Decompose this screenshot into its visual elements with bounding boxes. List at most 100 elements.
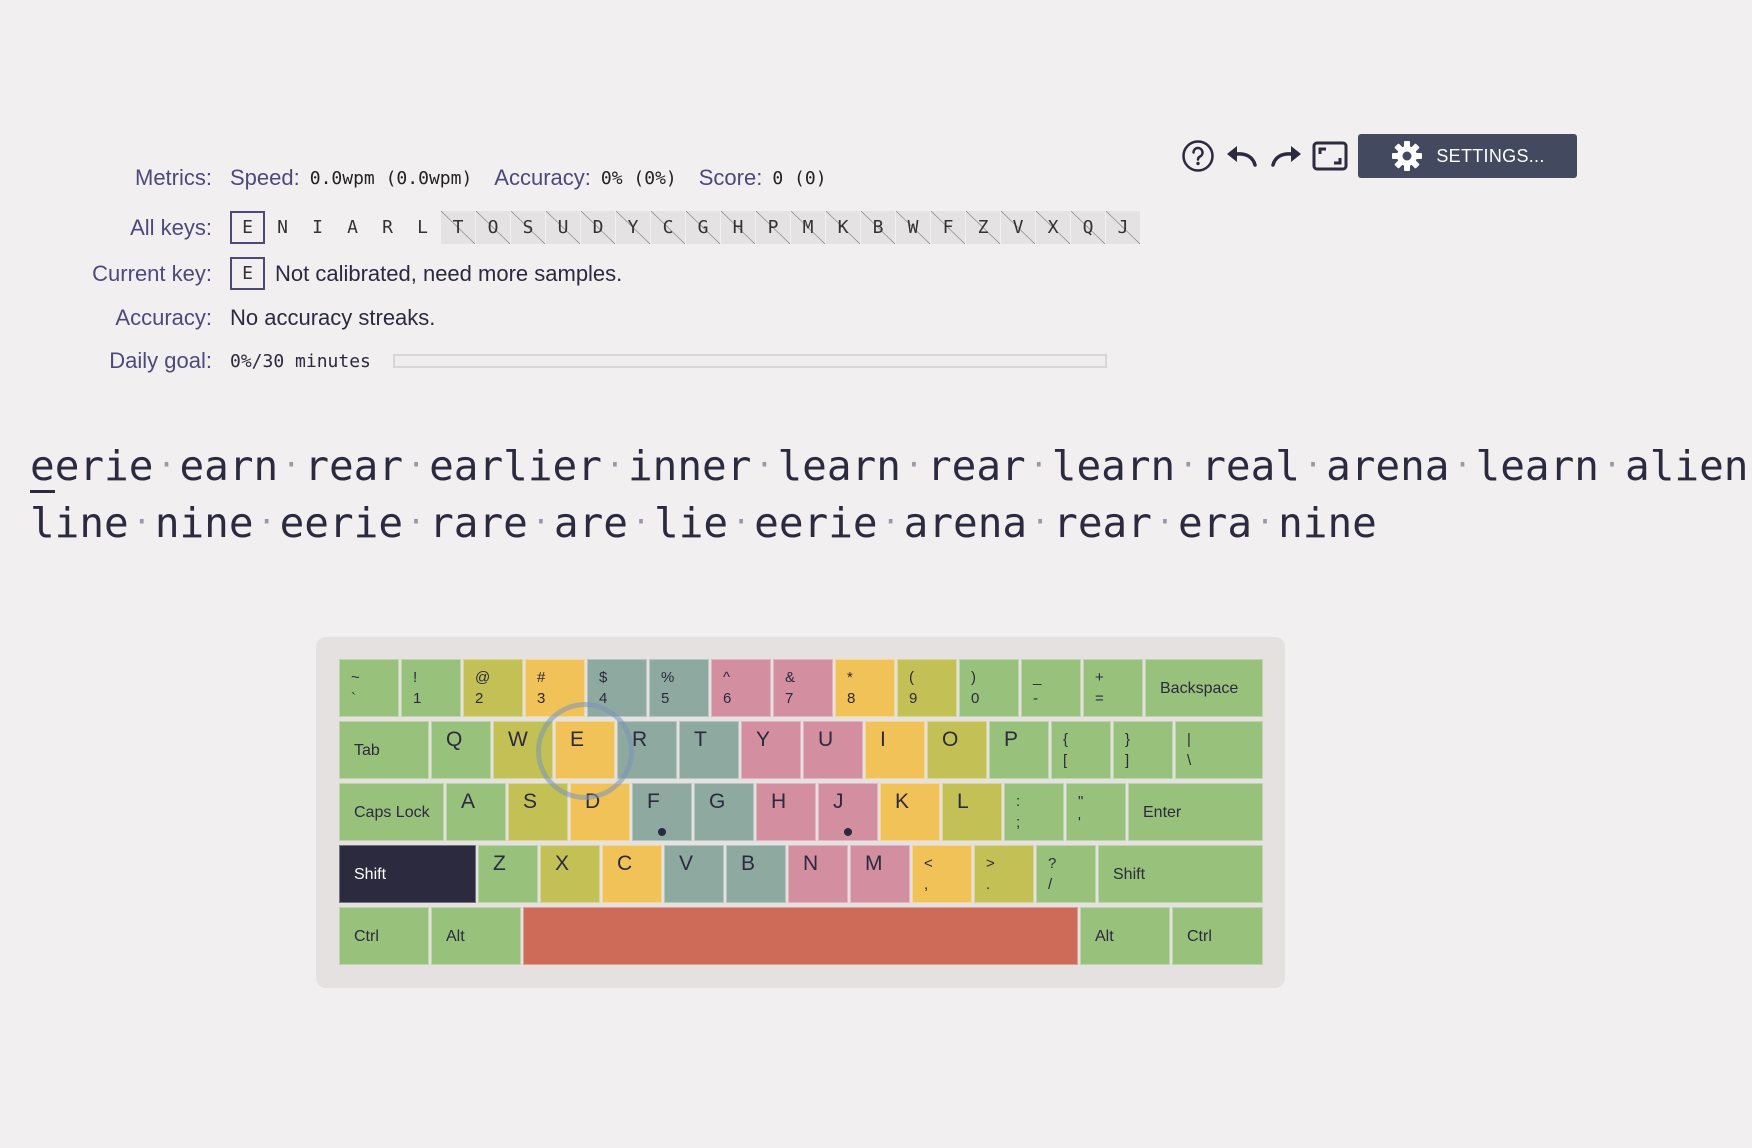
key-space[interactable]: [523, 907, 1078, 965]
key-shift[interactable]: Shift: [1098, 845, 1263, 903]
key-f[interactable]: F: [632, 783, 692, 841]
key-z[interactable]: Z: [478, 845, 538, 903]
lesson-word: are: [553, 499, 628, 547]
key-e[interactable]: E: [555, 721, 615, 779]
key-=[interactable]: + =: [1083, 659, 1143, 717]
key-9[interactable]: (9: [897, 659, 957, 717]
key-4[interactable]: $4: [587, 659, 647, 717]
key-x[interactable]: X: [540, 845, 600, 903]
key-item-g-locked[interactable]: G: [685, 211, 720, 244]
key--[interactable]: _ -: [1021, 659, 1081, 717]
key-item-l[interactable]: L: [405, 211, 440, 244]
key-b[interactable]: B: [726, 845, 786, 903]
key-j[interactable]: J: [818, 783, 878, 841]
key-item-o-locked[interactable]: O: [475, 211, 510, 244]
fullscreen-icon[interactable]: [1310, 136, 1350, 176]
key-item-m-locked[interactable]: M: [790, 211, 825, 244]
key-v[interactable]: V: [664, 845, 724, 903]
key-.[interactable]: >.: [974, 845, 1034, 903]
key-`[interactable]: ~ `: [339, 659, 399, 717]
key-caps-lock[interactable]: Caps Lock: [339, 783, 444, 841]
key-o[interactable]: O: [927, 721, 987, 779]
key-item-u-locked[interactable]: U: [545, 211, 580, 244]
key-'[interactable]: " ': [1066, 783, 1126, 841]
key-k[interactable]: K: [880, 783, 940, 841]
key-item-j-locked[interactable]: J: [1105, 211, 1140, 244]
key-item-z-locked[interactable]: Z: [965, 211, 1000, 244]
key-item-e[interactable]: E: [230, 211, 265, 244]
settings-button[interactable]: SETTINGS...: [1358, 134, 1577, 178]
space-marker: ·: [1256, 505, 1275, 540]
key-i[interactable]: I: [865, 721, 925, 779]
key-n[interactable]: N: [788, 845, 848, 903]
key-[[interactable]: {[: [1051, 721, 1111, 779]
key-a[interactable]: A: [446, 783, 506, 841]
key-item-f-locked[interactable]: F: [930, 211, 965, 244]
key-item-k-locked[interactable]: K: [825, 211, 860, 244]
key-alt[interactable]: Alt: [431, 907, 521, 965]
key-w[interactable]: W: [493, 721, 553, 779]
key-ctrl[interactable]: Ctrl: [339, 907, 429, 965]
undo-icon[interactable]: [1222, 136, 1262, 176]
key-item-x-locked[interactable]: X: [1035, 211, 1070, 244]
current-key-box[interactable]: E: [230, 257, 265, 290]
key-m[interactable]: M: [850, 845, 910, 903]
key-shift[interactable]: Shift: [339, 845, 476, 903]
key-y[interactable]: Y: [741, 721, 801, 779]
lesson-word: rear: [926, 442, 1026, 490]
key-l[interactable]: L: [942, 783, 1002, 841]
key-6[interactable]: ^ 6: [711, 659, 771, 717]
key-label: B: [741, 852, 756, 875]
key-;[interactable]: :;: [1004, 783, 1064, 841]
key-7[interactable]: & 7: [773, 659, 833, 717]
key-c[interactable]: C: [602, 845, 662, 903]
key-][interactable]: }]: [1113, 721, 1173, 779]
key-h[interactable]: H: [756, 783, 816, 841]
key-s[interactable]: S: [508, 783, 568, 841]
key-item-r[interactable]: R: [370, 211, 405, 244]
key-item-i[interactable]: I: [300, 211, 335, 244]
key-1[interactable]: ! 1: [401, 659, 461, 717]
key-u[interactable]: U: [803, 721, 863, 779]
key-enter[interactable]: Enter: [1128, 783, 1263, 841]
key-g[interactable]: G: [694, 783, 754, 841]
key-item-b-locked[interactable]: B: [860, 211, 895, 244]
key-item-h-locked[interactable]: H: [720, 211, 755, 244]
key-t[interactable]: T: [679, 721, 739, 779]
key-r[interactable]: R: [617, 721, 677, 779]
key-label: T: [694, 728, 707, 751]
key-,[interactable]: <,: [912, 845, 972, 903]
key-/[interactable]: ? /: [1036, 845, 1096, 903]
key-5[interactable]: % 5: [649, 659, 709, 717]
key-q[interactable]: Q: [431, 721, 491, 779]
key-label: V: [679, 852, 694, 875]
key-item-a[interactable]: A: [335, 211, 370, 244]
redo-icon[interactable]: [1266, 136, 1306, 176]
key-\[interactable]: | \: [1175, 721, 1263, 779]
key-backspace[interactable]: Backspace: [1145, 659, 1263, 717]
key-item-t-locked[interactable]: T: [440, 211, 475, 244]
key-item-q-locked[interactable]: Q: [1070, 211, 1105, 244]
help-icon[interactable]: [1178, 136, 1218, 176]
daily-goal-value: 0%/30 minutes: [230, 350, 371, 372]
key-item-d-locked[interactable]: D: [580, 211, 615, 244]
key-item-c-locked[interactable]: C: [650, 211, 685, 244]
key-2[interactable]: @2: [463, 659, 523, 717]
key-alt[interactable]: Alt: [1080, 907, 1170, 965]
key-d[interactable]: D: [570, 783, 630, 841]
key-ctrl[interactable]: Ctrl: [1172, 907, 1263, 965]
key-item-v-locked[interactable]: V: [1000, 211, 1035, 244]
space-marker: ·: [157, 448, 176, 483]
key-item-n[interactable]: N: [265, 211, 300, 244]
key-8[interactable]: * 8: [835, 659, 895, 717]
key-tab[interactable]: Tab: [339, 721, 429, 779]
lesson-word: arena: [1326, 442, 1450, 490]
key-item-w-locked[interactable]: W: [895, 211, 930, 244]
key-p[interactable]: P: [989, 721, 1049, 779]
lesson-text[interactable]: eerie ·earn ·rear ·earlier ·inner ·learn ·rear…: [30, 440, 1748, 554]
key-3[interactable]: #3: [525, 659, 585, 717]
key-item-s-locked[interactable]: S: [510, 211, 545, 244]
key-0[interactable]: ) 0: [959, 659, 1019, 717]
key-item-y-locked[interactable]: Y: [615, 211, 650, 244]
key-item-p-locked[interactable]: P: [755, 211, 790, 244]
